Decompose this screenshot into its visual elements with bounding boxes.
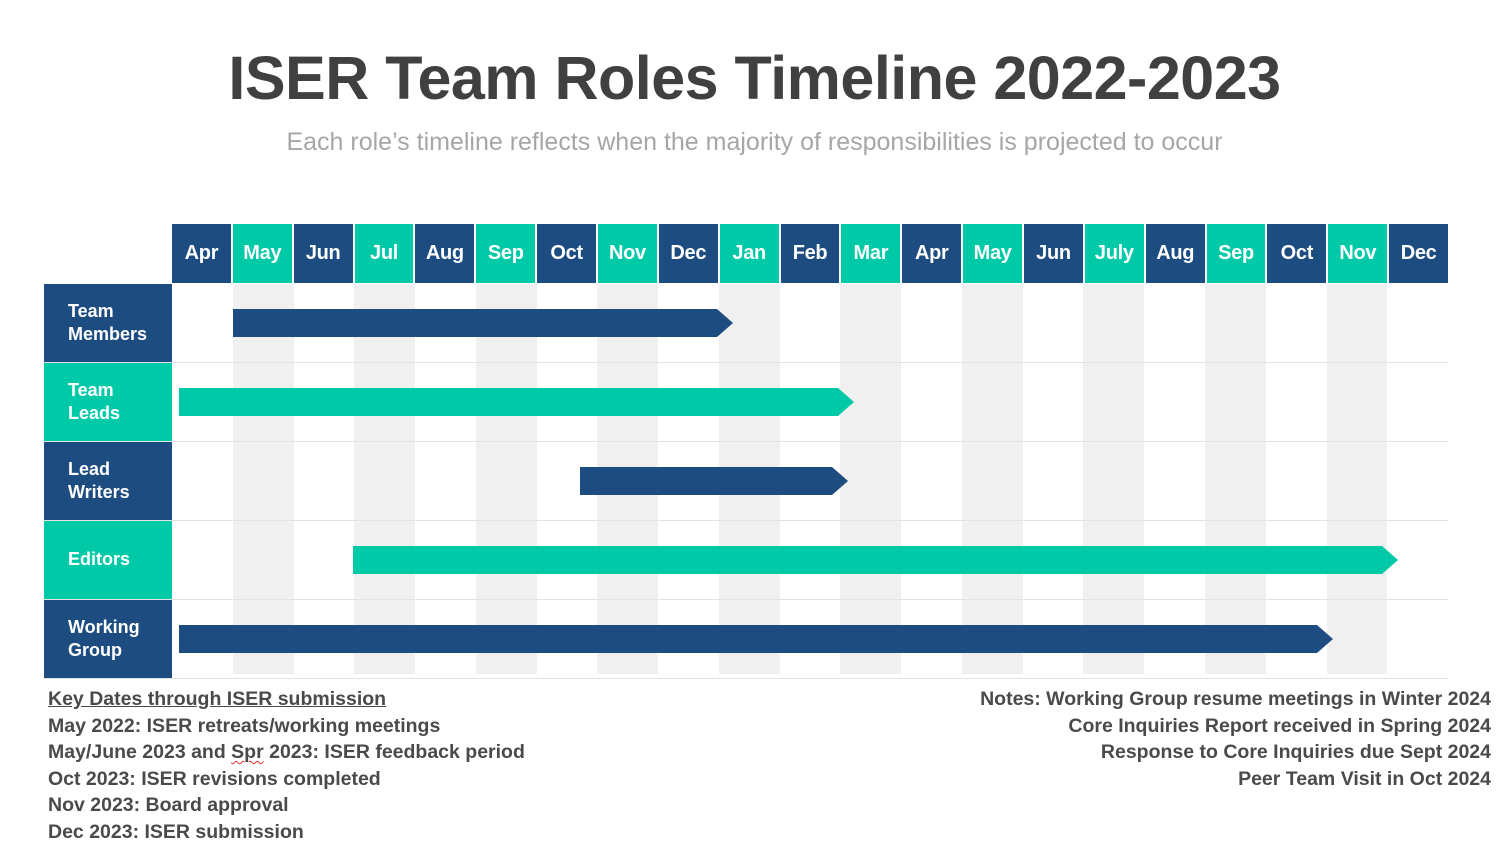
month-header-cell[interactable]: Apr [172, 224, 231, 283]
month-header-cell[interactable]: Nov [1328, 224, 1388, 283]
timeline-bar[interactable] [179, 388, 855, 416]
title-block: ISER Team Roles Timeline 2022-2023 Each … [0, 44, 1509, 157]
month-header-cell[interactable]: July [1084, 224, 1144, 283]
notes-block: Notes: Working Group resume meetings in … [980, 686, 1491, 792]
row-label[interactable]: Working Group [44, 600, 172, 678]
row-track [172, 600, 1448, 678]
month-header-cell[interactable]: Jun [293, 224, 353, 283]
month-header-cell[interactable]: Oct [1267, 224, 1327, 283]
month-header-cell[interactable]: Jan [719, 224, 779, 283]
timeline-bar-body [179, 625, 1317, 653]
month-header-cell[interactable]: Dec [1389, 224, 1449, 283]
row-track [172, 284, 1448, 362]
page-subtitle: Each role’s timeline reflects when the m… [286, 127, 1223, 156]
key-dates-block: Key Dates through ISER submission May 20… [48, 686, 525, 845]
row-label[interactable]: Lead Writers [44, 442, 172, 520]
notes-line: Peer Team Visit in Oct 2024 [1238, 767, 1491, 790]
footer: Key Dates through ISER submission May 20… [0, 686, 1509, 856]
timeline-bar-arrowhead-icon [1316, 625, 1333, 653]
timeline-bar-body [353, 546, 1383, 574]
row-label-line: Team [68, 300, 114, 321]
feedback-prefix: May/June 2023 and [48, 741, 232, 763]
month-header-row: Apr May Jun Jul Aug Sep Oct Nov Dec Jan Feb Mar Apr M… [172, 224, 1449, 283]
timeline-bar[interactable] [179, 625, 1333, 653]
gantt-rows: Team Members Team Leads Lead Writers Editors Wo… [44, 284, 1448, 679]
key-date-line: Oct 2023: ISER revisions completed [48, 767, 381, 790]
row-label-line: Editors [68, 549, 131, 570]
page-title: ISER Team Roles Timeline 2022-2023 [228, 44, 1281, 112]
row-label-line: Members [68, 324, 148, 344]
key-dates-heading: Key Dates through ISER submission [48, 688, 387, 710]
timeline-bar-arrowhead-icon [717, 309, 734, 337]
row-label-line: Working [68, 616, 140, 637]
month-header-cell[interactable]: Apr [902, 224, 962, 283]
notes-line: Core Inquiries Report received in Spring… [1068, 714, 1491, 737]
row-label-line: Team [68, 379, 114, 400]
row-track [172, 442, 1448, 520]
timeline-bar-arrowhead-icon [832, 467, 849, 495]
month-header-cell[interactable]: Dec [658, 224, 718, 283]
misspelled-word: Spr [231, 741, 264, 763]
month-header-cell[interactable]: Sep [1206, 224, 1266, 283]
month-header-cell[interactable]: May [963, 224, 1023, 283]
notes-line: Notes: Working Group resume meetings in … [980, 688, 1491, 710]
row-label-line: Lead [68, 458, 111, 479]
month-header-cell[interactable]: Aug [1145, 224, 1205, 283]
timeline-bar-arrowhead-icon [838, 388, 855, 416]
row-label[interactable]: Team Leads [44, 363, 172, 441]
feedback-suffix: 2023: ISER feedback period [263, 741, 525, 763]
timeline-bar[interactable] [232, 309, 734, 337]
row-label-line: Writers [68, 482, 130, 502]
key-date-line: Nov 2023: Board approval [48, 794, 289, 816]
month-header-cell[interactable]: Aug [415, 224, 475, 283]
timeline-bar-body [580, 467, 833, 495]
month-header-cell[interactable]: Feb [780, 224, 840, 283]
timeline-bar[interactable] [580, 467, 849, 495]
row-track [172, 363, 1448, 441]
row-label[interactable]: Editors [44, 521, 172, 599]
month-header-cell[interactable]: Oct [537, 224, 597, 283]
month-header-cell[interactable]: Jun [1024, 224, 1083, 283]
month-header-cell[interactable]: Sep [476, 224, 536, 283]
gantt-row: Editors [44, 521, 1448, 600]
row-track [172, 521, 1448, 599]
month-header-cell[interactable]: Jul [354, 224, 414, 283]
timeline-bar[interactable] [353, 546, 1399, 574]
notes-line: Response to Core Inquiries due Sept 2024 [1100, 741, 1491, 763]
month-header-cell[interactable]: Mar [841, 224, 901, 283]
gantt-row: Team Leads [44, 363, 1448, 442]
row-label-line: Group [68, 640, 122, 660]
key-date-line: Dec 2023: ISER submission [48, 820, 304, 843]
row-label[interactable]: Team Members [44, 284, 172, 362]
timeline-bar-arrowhead-icon [1382, 546, 1399, 574]
month-header-cell[interactable]: Nov [598, 224, 657, 283]
timeline-bar-body [179, 388, 839, 416]
key-date-line: May 2022: ISER retreats/working meetings [48, 714, 441, 737]
gantt-row: Working Group [44, 600, 1448, 679]
gantt-chart: Apr May Jun Jul Aug Sep Oct Nov Dec Jan Feb Mar Apr M… [44, 224, 1449, 679]
timeline-bar-body [232, 309, 718, 337]
month-header-cell[interactable]: May [232, 224, 292, 283]
row-label-line: Leads [68, 403, 121, 423]
gantt-row: Team Members [44, 284, 1448, 363]
gantt-row: Lead Writers [44, 442, 1448, 521]
key-date-line-feedback: May/June 2023 and Spr 2023: ISER feedbac… [48, 739, 525, 766]
